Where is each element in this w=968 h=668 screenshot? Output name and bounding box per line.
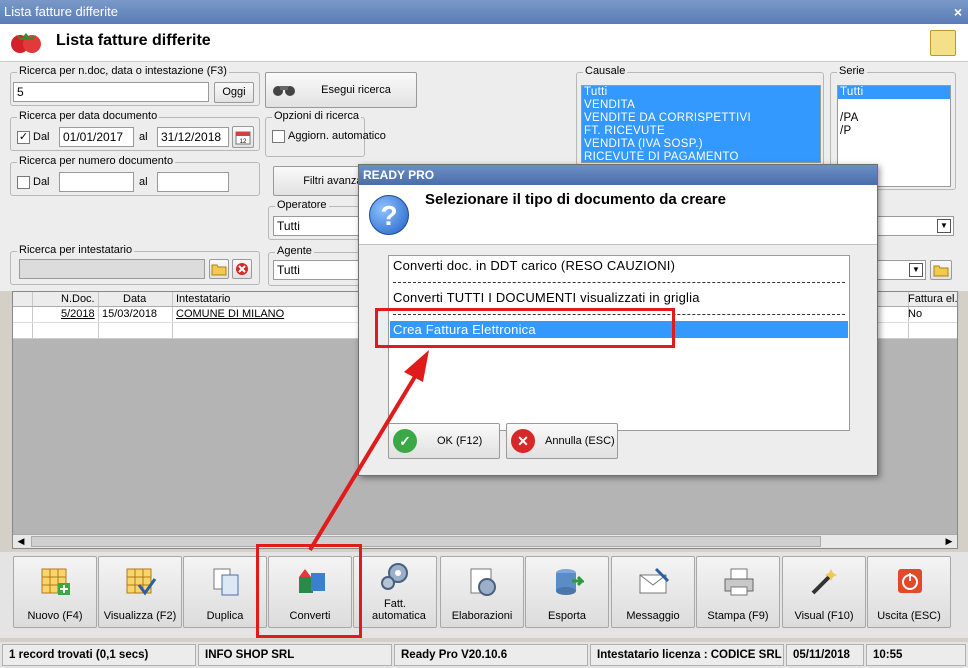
annotation-arrow (308, 350, 429, 552)
